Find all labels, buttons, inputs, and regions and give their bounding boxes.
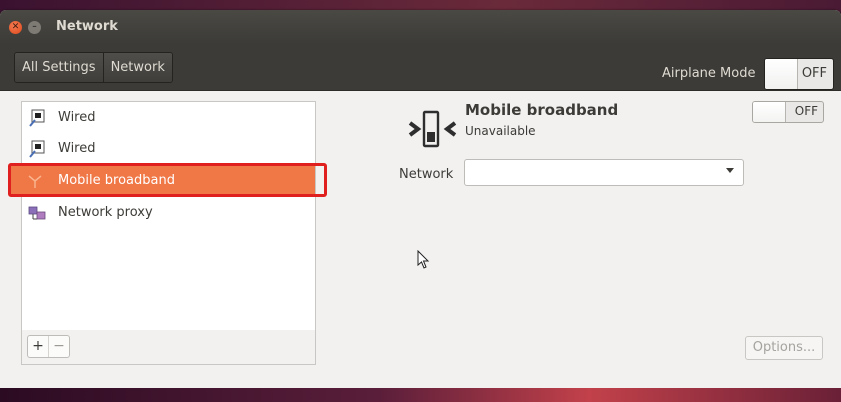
device-list-toolbar: + − <box>21 330 316 365</box>
network-label: Network <box>399 167 454 182</box>
wired-icon <box>29 140 45 158</box>
network-breadcrumb-button[interactable]: Network <box>102 53 172 82</box>
all-settings-button[interactable]: All Settings <box>15 53 103 82</box>
add-device-button[interactable]: + <box>28 336 48 357</box>
mouse-pointer-icon <box>417 250 430 269</box>
mobile-broadband-switch[interactable]: OFF <box>752 101 824 123</box>
options-button[interactable]: Options... <box>745 336 823 360</box>
remove-device-button[interactable]: − <box>48 336 69 357</box>
sidebar-item-label: Network proxy <box>58 205 153 220</box>
device-name: Mobile broadband <box>465 101 619 119</box>
header-toolbar: All Settings Network Airplane Mode OFF <box>0 44 841 91</box>
network-dropdown[interactable] <box>464 159 744 186</box>
switch-knob <box>765 59 798 89</box>
sidebar-item-label: Wired <box>58 141 96 156</box>
mobile-broadband-state: OFF <box>794 104 818 118</box>
device-status: Unavailable <box>465 124 536 138</box>
window-title: Network <box>56 19 118 34</box>
sidebar-item-wired[interactable]: Wired <box>22 134 315 164</box>
sidebar-item-network-proxy[interactable]: Network proxy <box>22 198 315 228</box>
wired-icon <box>29 109 45 127</box>
airplane-mode-switch[interactable]: OFF <box>764 58 834 90</box>
add-remove-button-group: + − <box>27 335 70 358</box>
breadcrumb: All Settings Network <box>14 52 173 83</box>
desktop-background-bottom <box>0 388 841 402</box>
sidebar-item-wired[interactable]: Wired <box>22 103 315 133</box>
network-proxy-icon <box>28 206 46 220</box>
sidebar-item-label: Wired <box>58 110 96 125</box>
title-bar: ✕ – Network <box>0 10 841 44</box>
mobile-broadband-device-icon <box>408 110 457 148</box>
minimize-window-button[interactable]: – <box>28 21 41 34</box>
close-window-button[interactable]: ✕ <box>9 21 22 34</box>
airplane-mode-label: Airplane Mode <box>662 66 756 81</box>
chevron-down-icon <box>726 168 734 173</box>
switch-knob <box>753 102 786 122</box>
airplane-mode-state: OFF <box>801 66 827 81</box>
selection-highlight-annotation <box>8 163 327 197</box>
device-list: Wired Wired Mobile broadband Network pro… <box>10 101 316 331</box>
